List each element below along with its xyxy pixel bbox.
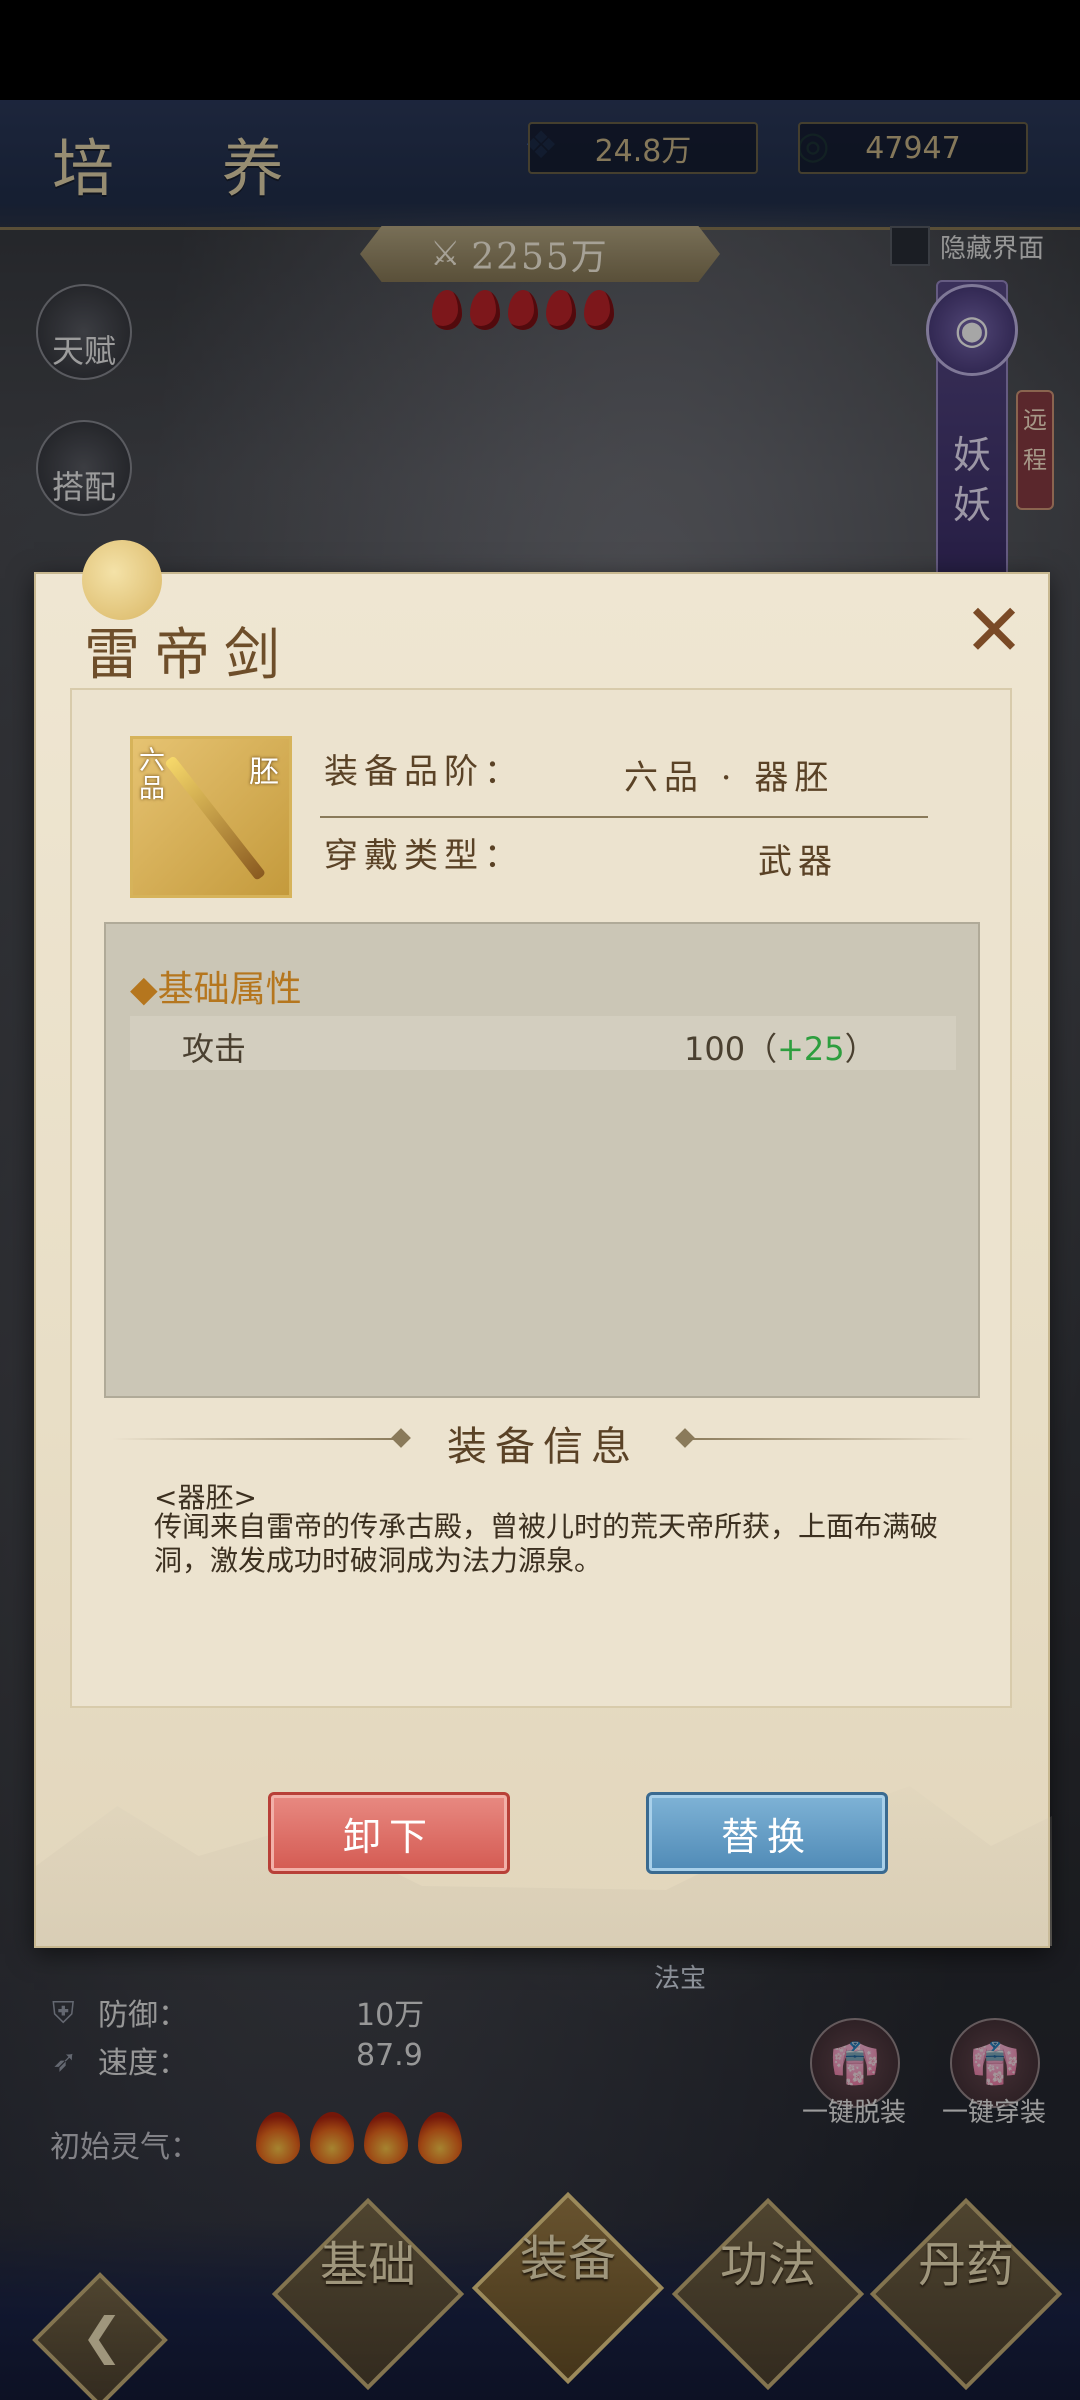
close-button[interactable]: ✕ [960,594,1028,666]
equipment-info-heading: 装备信息 [447,1424,639,1470]
item-tag-badge: 胚 [249,755,279,790]
grade-label: 装备品阶： [324,752,524,792]
info-divider [320,816,928,818]
moon-decoration [82,540,162,620]
replace-button[interactable]: 替换 [646,1792,888,1874]
equipment-detail-modal: 雷帝剑 ✕ 六品 胚 装备品阶： 六品 · 器胚 穿戴类型： 武器 ◆基础属性 … [34,540,1052,1948]
sword-item-icon: 六品 胚 [130,736,292,898]
attribute-row: 攻击 100（+25） [130,1016,956,1070]
basic-attributes-heading: ◆基础属性 [130,969,302,1010]
wear-type-label: 穿戴类型： [324,836,524,876]
ornament-line-right [684,1438,974,1440]
unequip-button[interactable]: 卸下 [268,1792,510,1874]
attack-bonus: +25 [777,1030,845,1068]
mountain-decoration [36,1786,1052,1946]
attack-value: 100（+25） [684,1030,877,1068]
equipment-name: 雷帝剑 [84,623,294,688]
attribute-panel: ◆基础属性 攻击 100（+25） [104,922,980,1398]
equipment-description: 传闻来自雷帝的传承古殿，曾被儿时的荒天帝所获，上面布满破洞，激发成功时破洞成为法… [154,1510,939,1577]
attack-label: 攻击 [182,1030,247,1068]
item-grade-badge: 六品 [139,746,166,804]
grade-value: 六品 · 器胚 [624,758,835,798]
status-bar [0,0,1080,100]
equipment-info-panel: 六品 胚 装备品阶： 六品 · 器胚 穿戴类型： 武器 ◆基础属性 攻击 100… [70,688,1012,1708]
wear-type-value: 武器 [758,842,838,882]
